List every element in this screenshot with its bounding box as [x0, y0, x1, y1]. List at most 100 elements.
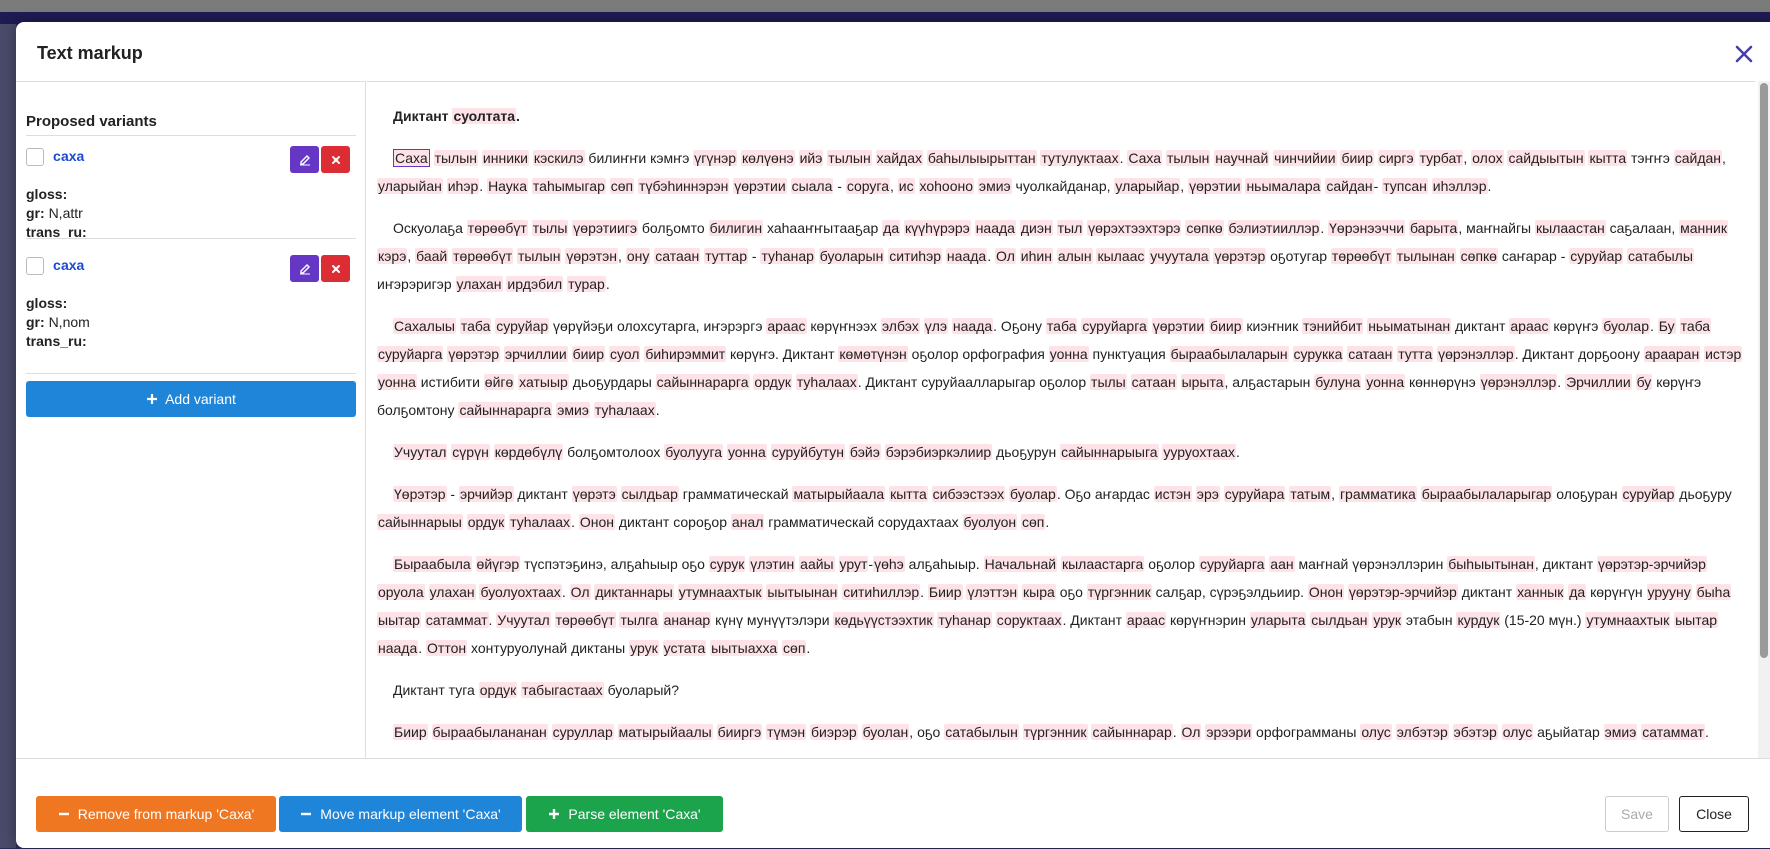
markup-word[interactable]: үөрэтэ	[571, 486, 617, 502]
markup-word[interactable]: ийэ	[798, 150, 824, 166]
markup-word[interactable]: уонна	[1365, 374, 1406, 390]
markup-word[interactable]: тэнийбит	[1302, 318, 1364, 334]
markup-word[interactable]: сиргэ	[1377, 150, 1415, 166]
markup-word[interactable]: Онон	[1307, 584, 1345, 600]
markup-word[interactable]: сатаммат	[424, 612, 489, 628]
markup-word[interactable]: үөрэтэр	[1213, 248, 1267, 264]
markup-word[interactable]: уонна	[1048, 346, 1089, 362]
markup-word[interactable]: Биир	[927, 584, 963, 600]
markup-word[interactable]: үөрэтэн	[565, 248, 619, 264]
markup-word[interactable]: уларыйар	[1114, 178, 1181, 194]
variant-checkbox[interactable]	[26, 257, 44, 275]
markup-word[interactable]: буоларын	[818, 248, 885, 264]
markup-word[interactable]: ирдэбил	[506, 276, 564, 292]
markup-word[interactable]: сөп	[609, 178, 635, 194]
markup-word[interactable]: инники	[481, 150, 529, 166]
markup-word[interactable]: уонна	[726, 444, 767, 460]
markup-word[interactable]: туһанар	[760, 248, 815, 264]
markup-word[interactable]: суруйбутун	[770, 444, 846, 460]
markup-word[interactable]: аан	[1269, 556, 1295, 572]
markup-word[interactable]: суруйар	[1569, 248, 1624, 264]
markup-word[interactable]: барыта	[1408, 220, 1459, 236]
markup-word[interactable]: Бу	[1657, 318, 1676, 334]
markup-word[interactable]: туһанар	[937, 612, 992, 628]
markup-word[interactable]: диктаннары	[594, 584, 674, 600]
variant-checkbox[interactable]	[26, 148, 44, 166]
markup-word[interactable]: тутта	[1397, 346, 1434, 362]
markup-word[interactable]: үөрэтии	[1151, 318, 1206, 334]
selected-markup-word[interactable]: Саха	[393, 149, 430, 167]
markup-word[interactable]: баһылыырыттан	[926, 150, 1037, 166]
markup-word[interactable]: араас	[1125, 612, 1167, 628]
markup-word[interactable]: иһэллэр	[1431, 178, 1488, 194]
markup-word[interactable]: Начальнай	[983, 556, 1058, 572]
markup-word[interactable]: ону	[625, 248, 651, 264]
markup-word[interactable]: тылы	[1090, 374, 1127, 390]
markup-word[interactable]: ордук	[478, 682, 518, 698]
markup-word[interactable]: сыала	[790, 178, 834, 194]
close-button[interactable]: Close	[1679, 796, 1749, 832]
markup-word[interactable]: хоһооно	[918, 178, 975, 194]
markup-word[interactable]: диэн	[1019, 220, 1053, 236]
markup-word[interactable]: сатаан	[1347, 346, 1394, 362]
markup-word[interactable]: үөрэтэр	[447, 346, 501, 362]
markup-word[interactable]: аайы	[799, 556, 835, 572]
markup-word[interactable]: ис	[897, 178, 915, 194]
markup-word[interactable]: уонна	[377, 374, 417, 390]
markup-word[interactable]: булуна	[1314, 374, 1362, 390]
markup-word[interactable]: сылдьан	[1310, 612, 1369, 628]
markup-word[interactable]: көлүөнэ	[740, 150, 795, 166]
markup-word[interactable]: таба	[1045, 318, 1078, 334]
markup-word[interactable]: ыытыынан	[766, 584, 839, 600]
markup-word[interactable]: Ол	[569, 584, 591, 600]
markup-word[interactable]: үгүнэр	[693, 150, 738, 166]
markup-word[interactable]: биир	[1340, 150, 1374, 166]
markup-word[interactable]: Саха	[1127, 150, 1163, 166]
text-scrollbar[interactable]	[1758, 81, 1770, 758]
markup-word[interactable]: сурук	[708, 556, 746, 572]
markup-word[interactable]: ордук	[466, 514, 506, 530]
markup-word[interactable]: тутулуктаах	[1040, 150, 1120, 166]
markup-word[interactable]: сөп	[1020, 514, 1046, 530]
markup-word[interactable]: Наука	[487, 178, 529, 194]
markup-word[interactable]: ырыта	[1180, 374, 1225, 390]
markup-word[interactable]: истэр	[1704, 346, 1743, 362]
markup-word[interactable]: үөрэтэр-эрчийэр	[1597, 556, 1707, 572]
markup-word[interactable]: урук	[629, 640, 659, 656]
markup-word[interactable]: баай	[415, 248, 449, 264]
markup-word[interactable]: буолуон	[962, 514, 1018, 530]
markup-word[interactable]: турбат	[1418, 150, 1464, 166]
markup-word[interactable]: үөрэнэллэр	[1437, 346, 1515, 362]
markup-word[interactable]: бэрэбиэркэлиир	[884, 444, 993, 460]
markup-word[interactable]: наада	[974, 220, 1016, 236]
markup-word[interactable]: чинчийии	[1273, 150, 1337, 166]
markup-word[interactable]: истэн	[1153, 486, 1192, 502]
markup-word[interactable]: сатабылы	[1627, 248, 1694, 264]
markup-word[interactable]: Сахалыы	[393, 318, 456, 334]
markup-word[interactable]: сайыннарарга	[458, 402, 553, 418]
markup-word[interactable]: ананар	[662, 612, 712, 628]
markup-word[interactable]: матырыйаалы	[617, 724, 713, 740]
markup-word[interactable]: эрчиллии	[503, 346, 568, 362]
markup-word[interactable]: эрээри	[1205, 724, 1253, 740]
remove-from-markup-button[interactable]: Remove from markup 'Саха'	[36, 796, 276, 832]
markup-word[interactable]: научнай	[1214, 150, 1270, 166]
markup-word[interactable]: соруга	[845, 178, 891, 194]
markup-word[interactable]: биир	[1209, 318, 1243, 334]
markup-word[interactable]: уларыта	[1249, 612, 1307, 628]
markup-word[interactable]: урууну	[1646, 584, 1692, 600]
markup-word[interactable]: быһа	[1695, 584, 1732, 600]
markup-word[interactable]: алын	[1056, 248, 1093, 264]
markup-word[interactable]: бэлиэтииллэр	[1227, 220, 1321, 236]
markup-word[interactable]: көдьүүстээхтик	[833, 612, 934, 628]
markup-word[interactable]: ыытыахха	[710, 640, 779, 656]
markup-word[interactable]: эрчийэр	[459, 486, 514, 502]
markup-word[interactable]: сөпкө	[1459, 248, 1498, 264]
markup-word[interactable]: кытта	[1588, 150, 1628, 166]
markup-word[interactable]: сурукка	[1292, 346, 1344, 362]
markup-word[interactable]: хатыыр	[518, 374, 569, 390]
markup-word[interactable]: кылаастарга	[1060, 556, 1145, 572]
markup-word[interactable]: бэйэ	[848, 444, 881, 460]
markup-word[interactable]: бу	[1635, 374, 1653, 390]
markup-word[interactable]: түргэнник	[1086, 584, 1152, 600]
